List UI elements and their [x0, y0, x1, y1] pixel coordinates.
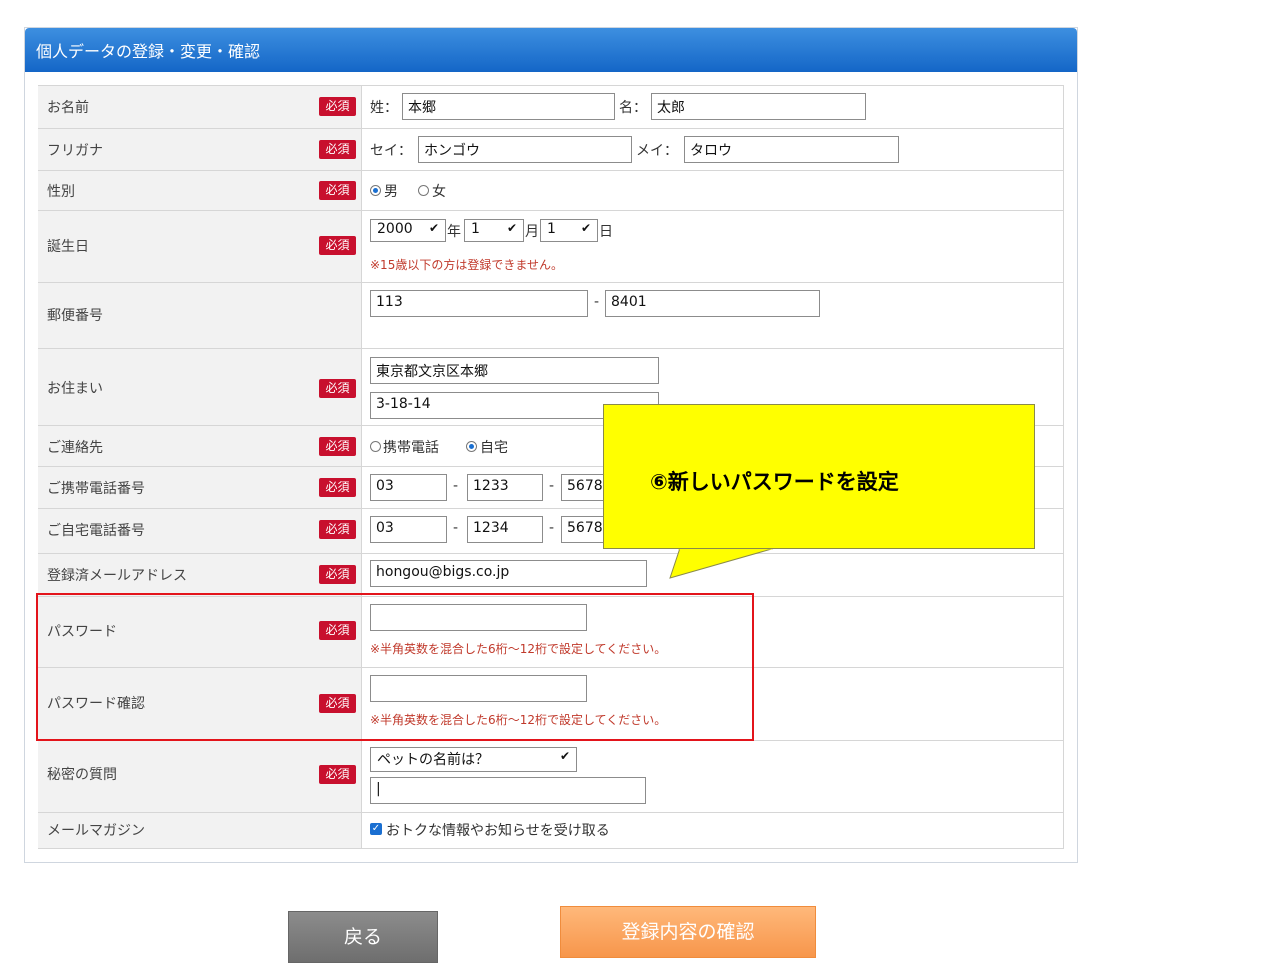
required-badge: 必須 — [319, 565, 356, 584]
kana-first-input[interactable]: タロウ — [684, 136, 899, 163]
phone-separator: - — [549, 478, 555, 494]
newsletter-checkbox[interactable]: ✓ — [370, 823, 382, 835]
row-divider — [38, 170, 1064, 171]
address-line1-input[interactable]: 東京都文京区本郷 — [370, 357, 659, 384]
birthday-label: 誕生日 — [47, 239, 89, 255]
required-badge: 必須 — [319, 181, 356, 200]
kana-last-input[interactable]: ホンゴウ — [418, 136, 632, 163]
required-badge: 必須 — [319, 97, 356, 116]
postal-label: 郵便番号 — [47, 308, 103, 324]
required-badge: 必須 — [319, 236, 356, 255]
year-suffix: 年 — [447, 224, 461, 240]
mobile-label: ご携帯電話番号 — [47, 481, 145, 497]
secret-question-select[interactable]: ペットの名前は？ ✔ — [370, 747, 577, 772]
chevron-down-icon: ✔ — [428, 221, 439, 235]
postal-second-input[interactable]: 8401 — [605, 290, 820, 317]
birthday-note: ※15歳以下の方は登録できません。 — [370, 258, 563, 272]
phone-separator: - — [453, 478, 459, 494]
row-divider — [38, 553, 1064, 554]
newsletter-checkbox-label: おトクな情報やお知らせを受け取る — [386, 823, 610, 839]
password-highlight-box — [36, 593, 754, 741]
required-badge: 必須 — [319, 140, 356, 159]
first-name-input[interactable]: 太郎 — [651, 93, 866, 120]
home-part2-input[interactable]: 1234 — [467, 516, 543, 543]
required-badge: 必須 — [319, 478, 356, 497]
contact-home-radio[interactable] — [466, 441, 477, 452]
kana-first-prefix: メイ： — [636, 143, 678, 159]
postal-separator: - — [594, 294, 600, 310]
month-suffix: 月 — [525, 224, 539, 240]
kana-last-prefix: セイ： — [370, 143, 412, 159]
postal-first-input[interactable]: 113 — [370, 290, 588, 317]
name-label: お名前 — [47, 100, 89, 116]
contact-home-label: 自宅 — [480, 440, 508, 456]
required-badge: 必須 — [319, 520, 356, 539]
email-label: 登録済メールアドレス — [47, 568, 187, 584]
chevron-down-icon: ✔ — [580, 221, 591, 235]
panel-title: 個人データの登録・変更・確認 — [36, 42, 261, 61]
first-name-prefix: 名： — [619, 100, 647, 116]
contact-mobile-radio[interactable] — [370, 441, 381, 452]
gender-female-label: 女 — [432, 184, 446, 200]
secret-question-value: ペットの名前は？ — [377, 752, 489, 768]
birth-year-value: 2000 — [377, 221, 413, 237]
gender-male-radio[interactable] — [370, 185, 381, 196]
secret-answer-input[interactable]: | — [370, 777, 646, 804]
row-divider — [38, 128, 1064, 129]
required-badge: 必須 — [319, 765, 356, 784]
gender-label: 性別 — [47, 184, 75, 200]
gender-female-radio[interactable] — [418, 185, 429, 196]
contact-mobile-label: 携帯電話 — [383, 440, 439, 456]
back-button[interactable]: 戻る — [288, 911, 438, 963]
newsletter-label: メールマガジン — [47, 823, 145, 839]
secret-question-label: 秘密の質問 — [47, 767, 117, 783]
kana-label: フリガナ — [47, 143, 103, 159]
contact-label: ご連絡先 — [47, 440, 103, 456]
phone-separator: - — [549, 520, 555, 536]
mobile-part2-input[interactable]: 1233 — [467, 474, 543, 501]
callout-text: ⑥新しいパスワードを設定 — [650, 470, 899, 494]
home-part1-input[interactable]: 03 — [370, 516, 447, 543]
row-divider — [38, 282, 1064, 283]
birth-month-select[interactable]: 1 ✔ — [464, 219, 524, 242]
birth-year-select[interactable]: 2000 ✔ — [370, 219, 446, 242]
day-suffix: 日 — [599, 224, 613, 240]
row-divider — [38, 348, 1064, 349]
chevron-down-icon: ✔ — [506, 221, 517, 235]
phone-separator: - — [453, 520, 459, 536]
address-label: お住まい — [47, 381, 103, 397]
panel-header: 個人データの登録・変更・確認 — [25, 28, 1077, 72]
birth-day-value: 1 — [547, 221, 556, 237]
required-badge: 必須 — [319, 379, 356, 398]
birth-day-select[interactable]: 1 ✔ — [540, 219, 598, 242]
row-divider — [38, 210, 1064, 211]
required-badge: 必須 — [319, 437, 356, 456]
birth-month-value: 1 — [471, 221, 480, 237]
last-name-prefix: 姓： — [370, 100, 398, 116]
home-phone-label: ご自宅電話番号 — [47, 523, 145, 539]
chevron-down-icon: ✔ — [559, 749, 570, 763]
gender-male-label: 男 — [384, 184, 398, 200]
mobile-part1-input[interactable]: 03 — [370, 474, 447, 501]
row-divider — [38, 812, 1064, 813]
confirm-registration-button[interactable]: 登録内容の確認 — [560, 906, 816, 958]
last-name-input[interactable]: 本郷 — [402, 93, 615, 120]
